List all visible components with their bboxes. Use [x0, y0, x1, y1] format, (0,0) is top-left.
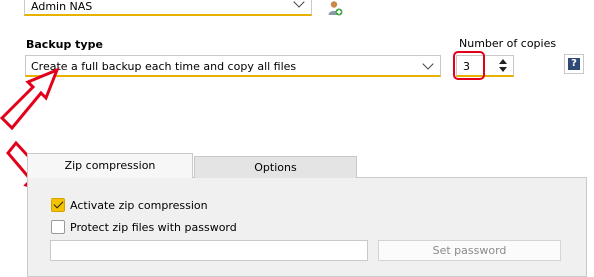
activate-zip-label[interactable]: Activate zip compression	[70, 199, 208, 212]
protect-password-label[interactable]: Protect zip files with password	[70, 221, 237, 234]
annotation-arrow-icon	[0, 67, 60, 131]
set-password-button[interactable]: Set password	[378, 240, 561, 261]
tab-zip-compression[interactable]: Zip compression	[27, 153, 193, 178]
tab-options[interactable]: Options	[194, 156, 357, 178]
protect-password-checkbox[interactable]	[51, 220, 65, 234]
checkmark-icon	[53, 198, 64, 209]
activate-zip-checkbox[interactable]	[51, 198, 65, 212]
password-field[interactable]	[50, 240, 368, 261]
